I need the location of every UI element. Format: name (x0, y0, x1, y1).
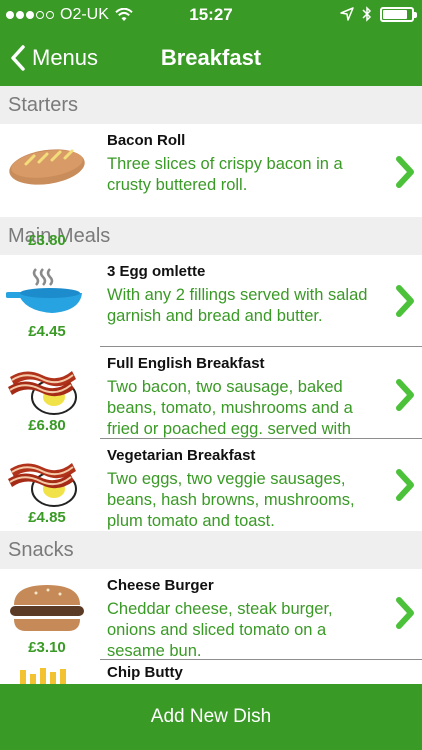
item-price: £3.80 (28, 232, 66, 249)
item-price: £6.80 (28, 417, 66, 434)
menu-list[interactable]: Starters £3.80 Bacon Roll Three slices o… (0, 86, 422, 684)
list-item[interactable]: £4.45 3 Egg omlette With any 2 fillings … (0, 255, 422, 347)
bacon-egg-icon (8, 463, 77, 507)
bacon-egg-icon (8, 371, 77, 415)
item-description: With any 2 fillings served with salad ga… (107, 286, 368, 325)
item-name: 3 Egg omlette (107, 263, 206, 280)
item-name: Chip Butty (107, 664, 183, 681)
item-description: Three slices of crispy bacon in a crusty… (107, 155, 343, 194)
item-name: Bacon Roll (107, 132, 186, 149)
item-name: Cheese Burger (107, 577, 214, 594)
bluetooth-icon (362, 6, 372, 22)
status-bar: O2-UK 15:27 (0, 0, 422, 30)
section-header-starters: Starters (0, 86, 422, 124)
list-item[interactable]: £6.80 Full English Breakfast Two bacon, … (0, 347, 422, 439)
item-description: Two bacon, two sausage, baked beans, tom… (107, 378, 353, 438)
bread-icon (9, 149, 85, 185)
location-arrow-icon (340, 7, 354, 21)
chips-icon (20, 668, 66, 684)
chevron-right-icon[interactable] (394, 283, 416, 319)
burger-icon (10, 585, 84, 631)
navigation-bar: Menus Breakfast (0, 30, 422, 86)
item-name: Full English Breakfast (107, 355, 265, 372)
omelette-pan-icon (6, 268, 82, 313)
chevron-left-icon (11, 45, 25, 71)
list-item[interactable]: £3.80 Bacon Roll Three slices of crispy … (0, 124, 422, 249)
item-price: £3.10 (28, 639, 66, 656)
item-name: Vegetarian Breakfast (107, 447, 256, 464)
item-description: Cheddar cheese, steak burger, onions and… (107, 600, 333, 660)
list-item[interactable]: Chip Butty (0, 660, 422, 684)
chevron-right-icon[interactable] (394, 154, 416, 190)
list-item[interactable]: £4.85 Vegetarian Breakfast Two eggs, two… (0, 439, 422, 531)
chevron-right-icon[interactable] (394, 467, 416, 503)
battery-icon (380, 6, 417, 22)
section-header-snacks: Snacks (0, 531, 422, 569)
chevron-right-icon[interactable] (394, 595, 416, 631)
item-description: Two eggs, two veggie sausages, beans, ha… (107, 470, 355, 530)
back-button[interactable]: Menus (10, 30, 98, 86)
list-item[interactable]: £3.10 Cheese Burger Cheddar cheese, stea… (0, 569, 422, 660)
chevron-right-icon[interactable] (394, 377, 416, 413)
add-new-dish-button[interactable]: Add New Dish (0, 684, 422, 750)
item-price: £4.45 (28, 323, 66, 340)
item-price: £4.85 (28, 509, 66, 526)
back-button-label: Menus (32, 45, 99, 70)
